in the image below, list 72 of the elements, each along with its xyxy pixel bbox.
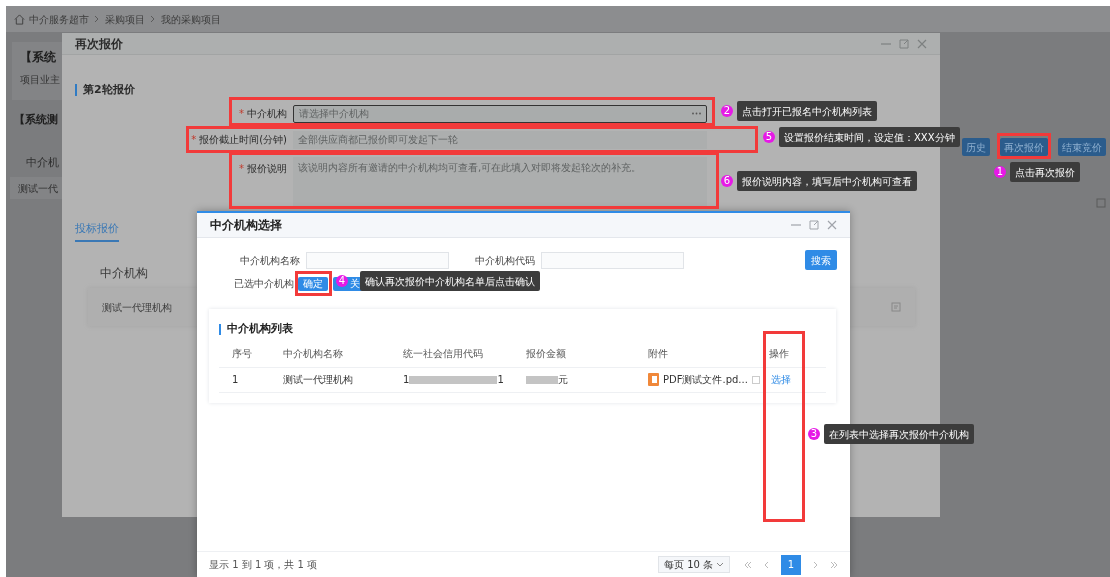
project-title: 【系统 [20, 49, 57, 66]
filter-field[interactable] [306, 251, 449, 269]
search-button[interactable]: 搜索 [805, 250, 837, 270]
filter-field[interactable] [541, 251, 684, 269]
owner-label: 项目业主 [20, 73, 61, 87]
maximize-icon[interactable] [899, 38, 909, 49]
picker-field[interactable]: 请选择中介机构 [293, 104, 707, 123]
column-header: 统一社会信用代码 [403, 346, 484, 361]
callout-text: 确认再次报价中介机构名单后点击确认 [360, 271, 540, 291]
dialog-title: 中介机构选择 [210, 217, 282, 234]
description-field[interactable]: 该说明内容所有邀请的中介机构均可查看,可在此填入对即将发起轮次的补充。 [293, 156, 707, 209]
highlight-frame [295, 271, 332, 296]
field-label: 报价截止时间(分钟) [199, 133, 287, 147]
action-button[interactable]: 再次报价 [1000, 138, 1048, 156]
home-icon[interactable] [14, 13, 25, 25]
redaction-bar [526, 375, 558, 384]
column-header: 序号 [232, 346, 253, 361]
close-icon[interactable] [827, 220, 837, 230]
breadcrumb-link[interactable]: 我的采购项目 [161, 11, 221, 27]
project-title: 【系统测 [14, 113, 58, 126]
required-mark: * [191, 133, 197, 147]
breadcrumb-link[interactable]: 采购项目 [105, 11, 145, 27]
table-cell-text: 1 [403, 373, 410, 387]
breadcrumb-link[interactable]: 中介服务超市 [29, 11, 89, 27]
pagination-summary: 显示 1 到 1 项，共 1 项 [209, 558, 318, 572]
agency-name: 测试一代理机构 [102, 300, 172, 315]
column-header: 中介机构名称 [283, 346, 344, 361]
highlight-frame [997, 133, 1051, 159]
more-icon[interactable] [692, 112, 701, 115]
list-title: 中介机构列表 [227, 321, 293, 337]
filter-label: 中介机构代码 [475, 253, 535, 268]
field-label: 中介机构 [247, 107, 287, 121]
next-page-icon[interactable] [813, 560, 818, 569]
required-mark: * [239, 107, 244, 121]
select-link[interactable]: 选择 [769, 372, 839, 387]
tab[interactable]: 投标报价 [75, 220, 119, 242]
maximize-icon[interactable] [809, 220, 819, 230]
required-mark: * [239, 161, 244, 176]
agency-label: 中介机构 [100, 266, 148, 280]
table-cell-text: 1 [497, 373, 504, 387]
chevron-down-icon [716, 562, 724, 567]
column-header: 附件 [648, 346, 669, 361]
file-icon [648, 373, 659, 386]
dialog-title: 再次报价 [75, 35, 123, 53]
callout-text: 设置报价结束时间，设定值：XXX分钟 [779, 127, 960, 147]
column-header: 报价金额 [526, 346, 567, 361]
callout-text: 点击再次报价 [1010, 162, 1080, 182]
chevron-icon [93, 15, 101, 23]
field-label: 报价说明 [247, 161, 287, 176]
callout-text: 在列表中选择再次报价中介机构 [824, 424, 974, 444]
page-button[interactable]: 1 [781, 554, 801, 575]
table-cell-text: 测试一代理机构 [283, 373, 354, 387]
last-page-icon[interactable] [830, 560, 838, 569]
selected-label: 已选中介机构 [234, 277, 294, 291]
table-cell-text: 1 [232, 373, 240, 387]
table-cell-text: 测试一代 [18, 181, 58, 196]
section-title: 第2轮报价 [83, 82, 135, 98]
close-icon[interactable] [917, 38, 927, 49]
attachment-link[interactable]: PDF测试文件.pd... [663, 372, 748, 387]
callout-text: 报价说明内容，填写后中介机构可查看 [737, 171, 917, 191]
column-header: 操作 [769, 346, 790, 361]
previous-page-icon[interactable] [764, 560, 769, 569]
table-cell-text: 元 [558, 373, 568, 387]
action-button[interactable]: 结束竞价 [1058, 138, 1106, 156]
chevron-icon [149, 15, 157, 23]
column-header: 中介机 [26, 155, 59, 169]
page-size-select[interactable]: 每页 10 条 [658, 556, 730, 573]
filter-label: 中介机构名称 [240, 253, 300, 268]
callout-text: 点击打开已报名中介机构列表 [737, 101, 877, 121]
confirm-button[interactable]: 确定 [298, 276, 328, 291]
action-button[interactable]: 历史 [962, 138, 990, 156]
first-page-icon[interactable] [744, 560, 752, 569]
